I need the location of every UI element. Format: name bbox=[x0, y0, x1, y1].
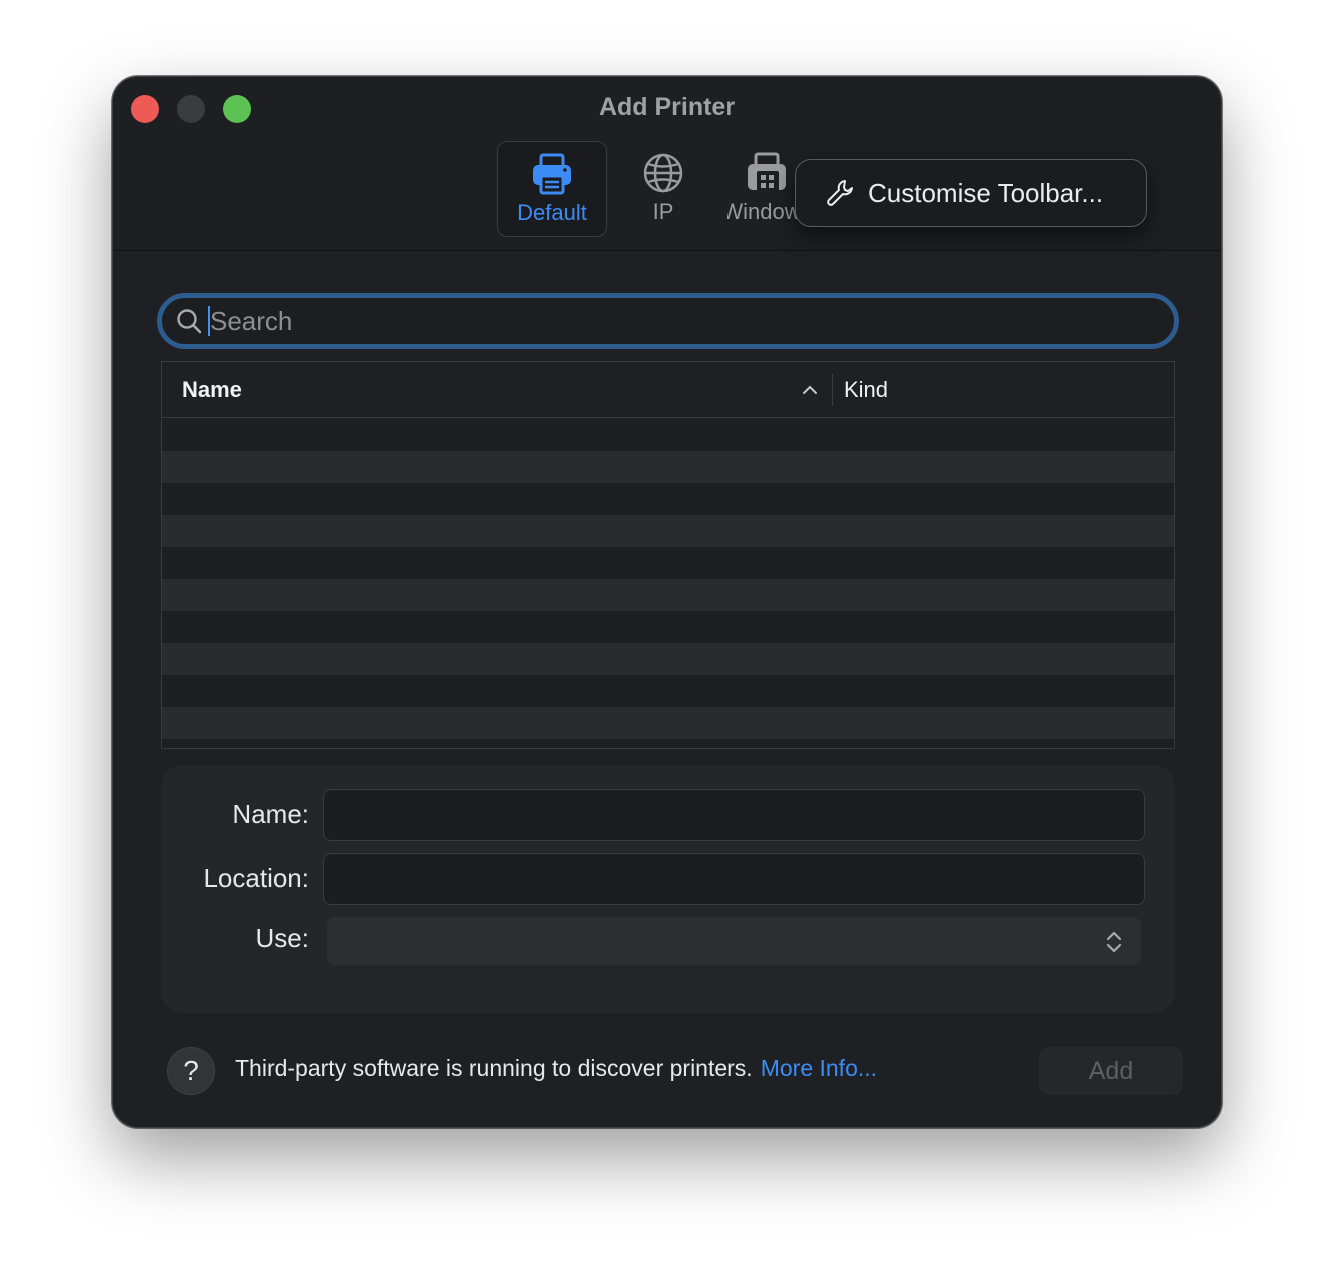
toolbar-item-ip[interactable]: IP bbox=[613, 141, 713, 237]
table-row[interactable] bbox=[162, 643, 1174, 675]
use-label: Use: bbox=[255, 923, 309, 953]
search-field[interactable] bbox=[157, 293, 1179, 349]
customise-toolbar-label: Customise Toolbar... bbox=[868, 177, 1104, 208]
name-field[interactable] bbox=[323, 789, 1145, 841]
printer-details-form: Name: Location: Use: bbox=[161, 765, 1175, 1013]
toolbar-item-default[interactable]: Default bbox=[497, 141, 607, 237]
toolbar: Add Printer Default IP indows Customise … bbox=[113, 77, 1221, 251]
help-button[interactable]: ? bbox=[167, 1047, 215, 1095]
table-body[interactable] bbox=[162, 419, 1174, 739]
sort-ascending-icon[interactable] bbox=[802, 382, 818, 398]
wrench-icon bbox=[827, 180, 853, 206]
column-divider[interactable] bbox=[832, 374, 833, 406]
discovery-status: Third-party software is running to disco… bbox=[235, 1055, 877, 1082]
table-row[interactable] bbox=[162, 515, 1174, 547]
table-row[interactable] bbox=[162, 419, 1174, 451]
globe-icon bbox=[643, 153, 683, 193]
column-header-name[interactable]: Name bbox=[182, 362, 242, 418]
customise-toolbar-menu-item[interactable]: Customise Toolbar... bbox=[795, 159, 1147, 227]
add-printer-window: Add Printer Default IP indows Customise … bbox=[112, 76, 1222, 1128]
location-field[interactable] bbox=[323, 853, 1145, 905]
table-row[interactable] bbox=[162, 611, 1174, 643]
toolbar-item-default-label: Default bbox=[517, 200, 587, 225]
column-header-kind[interactable]: Kind bbox=[844, 362, 888, 418]
search-icon bbox=[177, 309, 202, 334]
windows-printer-icon bbox=[748, 152, 786, 191]
search-input[interactable] bbox=[210, 305, 1110, 337]
table-row[interactable] bbox=[162, 707, 1174, 739]
name-label: Name: bbox=[232, 799, 309, 829]
location-label: Location: bbox=[203, 863, 309, 893]
table-row[interactable] bbox=[162, 451, 1174, 483]
use-select[interactable] bbox=[327, 917, 1141, 965]
add-button[interactable]: Add bbox=[1039, 1047, 1183, 1095]
chevron-up-down-icon bbox=[1106, 931, 1122, 953]
table-row[interactable] bbox=[162, 675, 1174, 707]
table-header: Name Kind bbox=[162, 362, 1174, 418]
table-row[interactable] bbox=[162, 547, 1174, 579]
status-text: Third-party software is running to disco… bbox=[235, 1055, 753, 1081]
more-info-link[interactable]: More Info... bbox=[761, 1055, 877, 1081]
printer-icon bbox=[533, 153, 571, 195]
table-row[interactable] bbox=[162, 483, 1174, 515]
toolbar-item-ip-label: IP bbox=[652, 199, 674, 224]
table-row[interactable] bbox=[162, 579, 1174, 611]
window-title: Add Printer bbox=[598, 93, 736, 121]
printer-table: Name Kind bbox=[161, 361, 1175, 749]
help-icon: ? bbox=[183, 1055, 199, 1086]
